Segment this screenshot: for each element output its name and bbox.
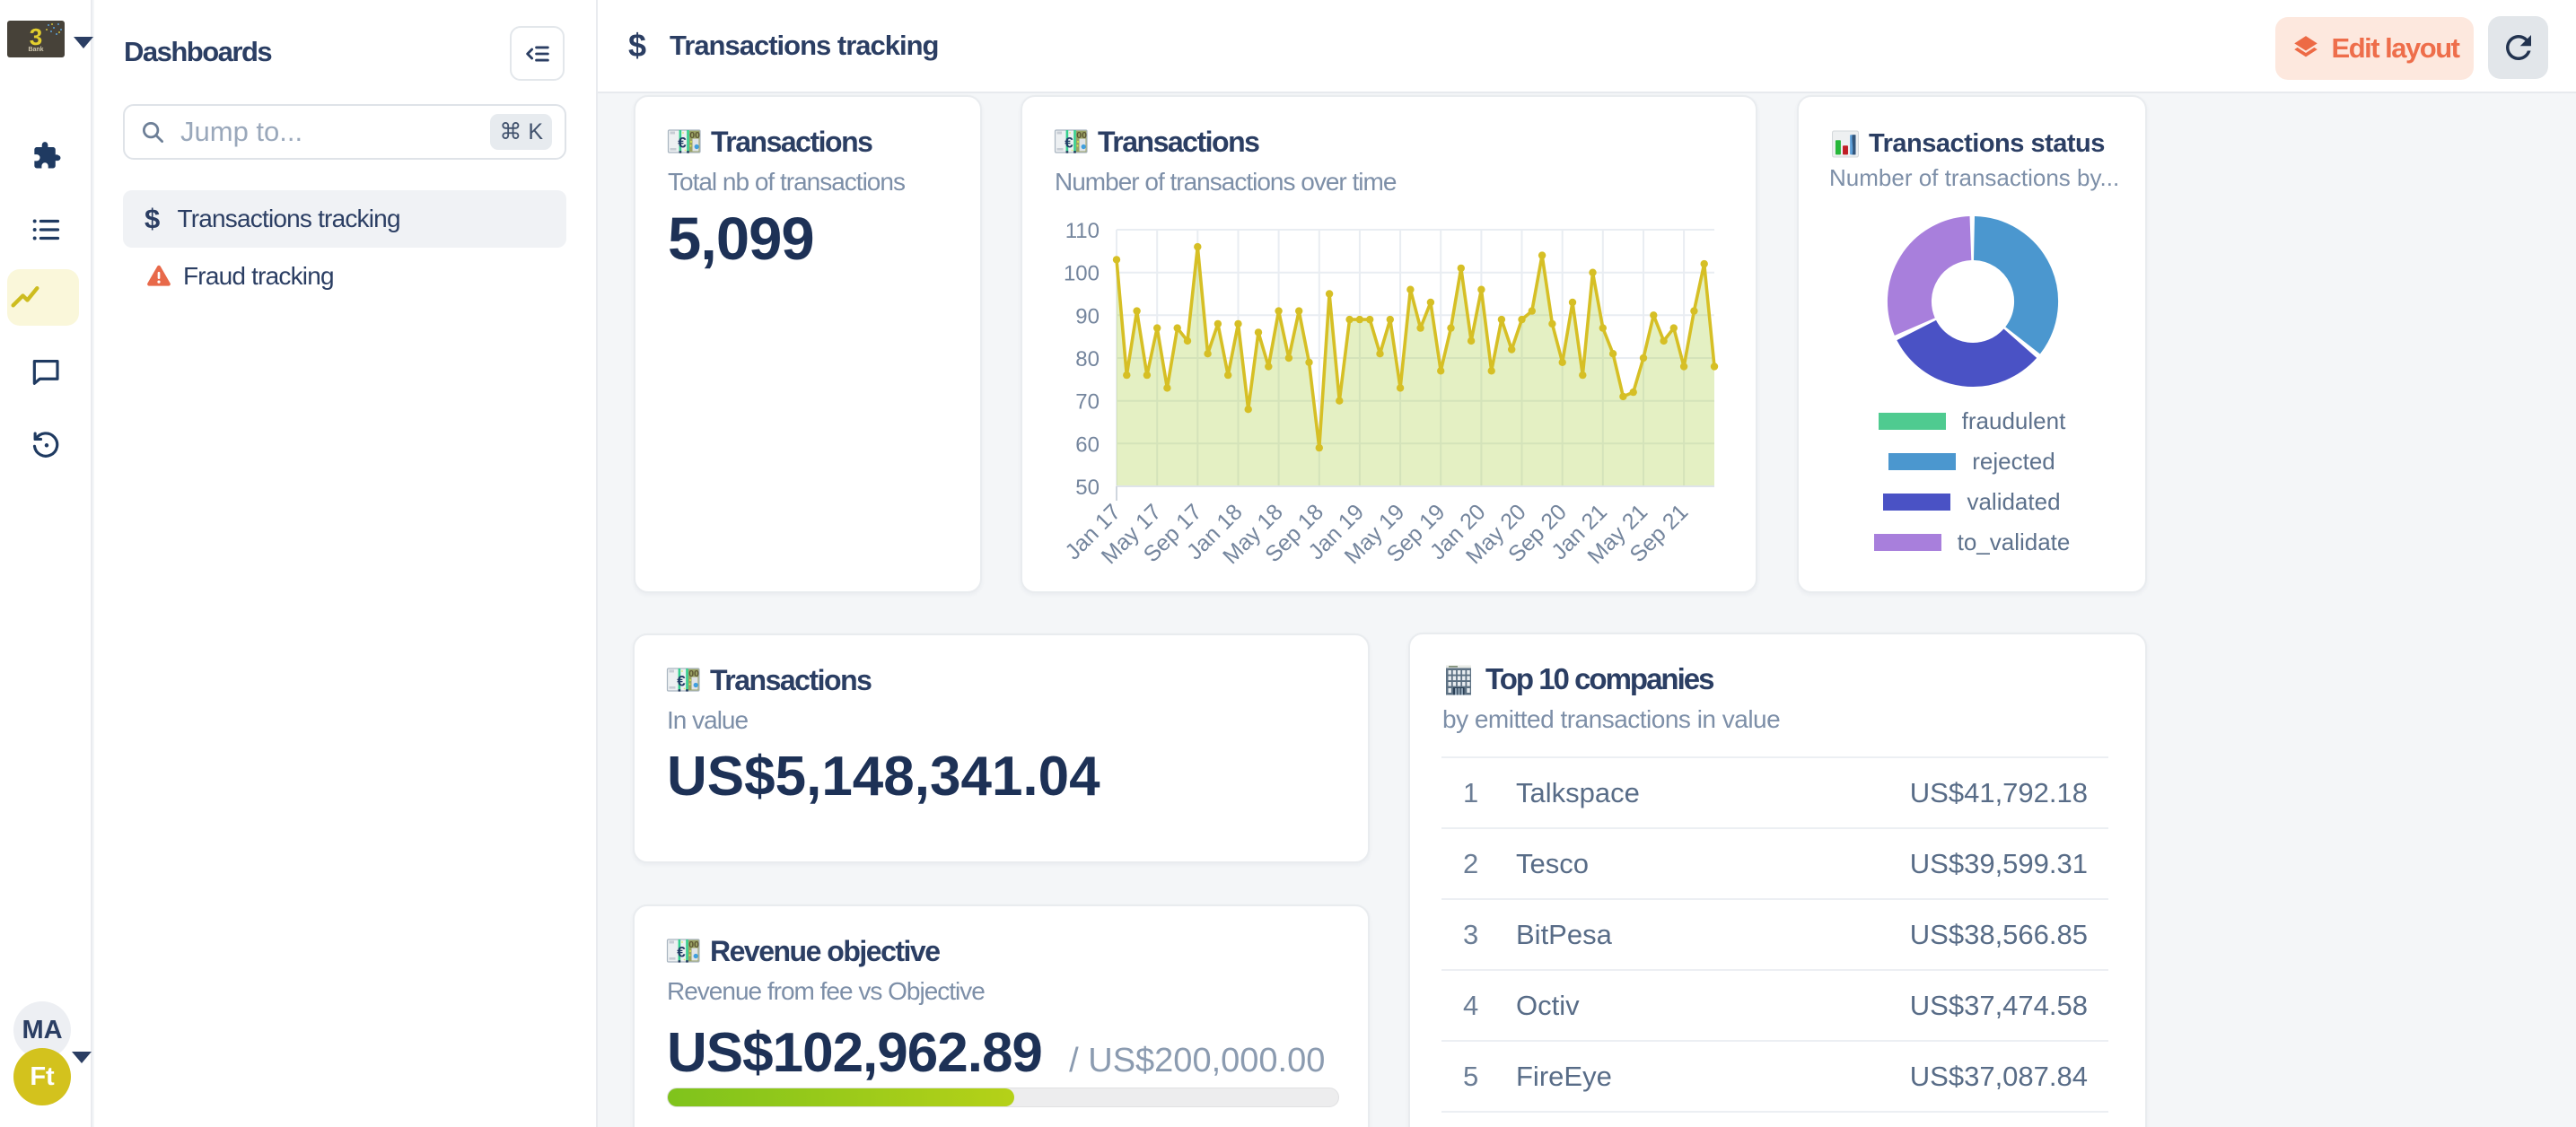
svg-text:50: 50 [1075, 476, 1100, 500]
svg-text:110: 110 [1065, 219, 1100, 243]
svg-text:70: 70 [1075, 390, 1100, 415]
svg-text:80: 80 [1075, 347, 1100, 371]
svg-text:00: 00 [688, 939, 699, 950]
svg-text:00: 00 [688, 668, 699, 679]
svg-text:€: € [677, 673, 686, 690]
svg-text:€: € [677, 944, 686, 961]
svg-text:100: 100 [1064, 262, 1100, 286]
svg-text:€: € [678, 135, 687, 152]
svg-text:60: 60 [1075, 432, 1100, 457]
svg-text:90: 90 [1075, 304, 1100, 328]
svg-text:00: 00 [689, 130, 700, 141]
